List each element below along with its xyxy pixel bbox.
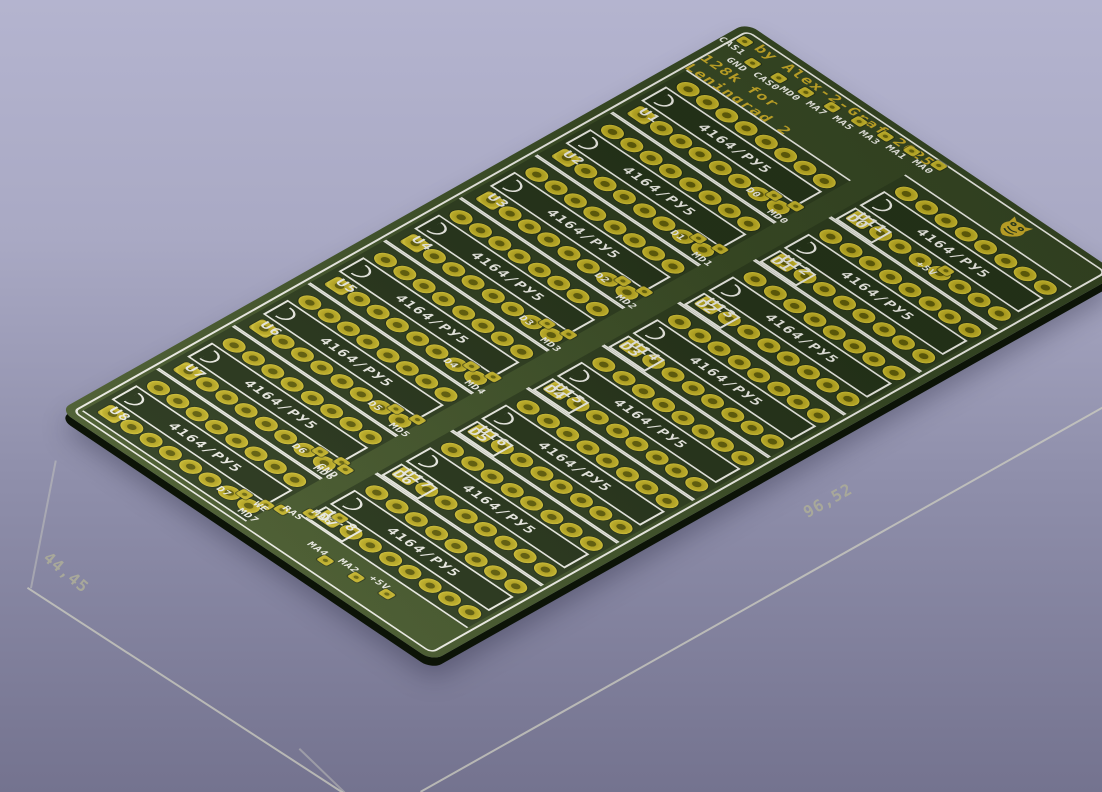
pin1-notch (653, 94, 679, 110)
dimension-line-height (27, 587, 348, 792)
pin1-notch (577, 137, 603, 153)
pin1-notch (569, 369, 595, 385)
board-width-dimension: 96,52 (800, 479, 856, 521)
pin1-notch (417, 455, 443, 471)
pcb-board: Leningrad 2 128k for by Alex-2-Graf 2025… (60, 23, 1102, 661)
pin1-notch (199, 350, 225, 366)
pin1-notch (275, 307, 301, 323)
pin1-notch (350, 265, 376, 281)
pin1-notch (123, 393, 149, 409)
pin1-notch (493, 412, 519, 428)
pin1-notch (644, 327, 670, 343)
pin1-notch (502, 179, 528, 195)
pin1-notch (871, 199, 897, 215)
3d-viewport[interactable]: 96,52 44,45 Leningrad 2 128k for by Alex… (0, 0, 1102, 792)
pin1-notch (796, 241, 822, 257)
pin1-notch (720, 284, 746, 300)
board-height-dimension: 44,45 (40, 548, 93, 597)
pin1-notch (426, 222, 452, 238)
pin1-notch (342, 497, 368, 513)
pcb-board-wrap: Leningrad 2 128k for by Alex-2-Graf 2025… (60, 23, 1102, 661)
